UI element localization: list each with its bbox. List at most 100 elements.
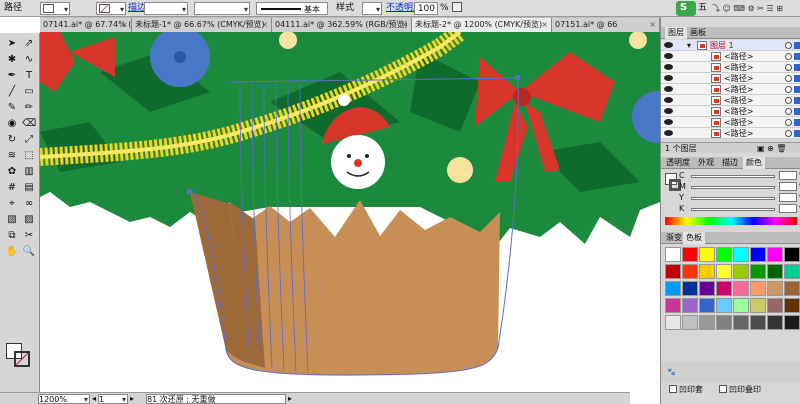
color-swatch[interactable] <box>767 298 783 313</box>
visibility-eye-icon[interactable] <box>664 86 673 92</box>
opacity-dropdown-arrow[interactable] <box>452 2 462 12</box>
rotate-tool-icon[interactable]: ↻ <box>5 133 19 147</box>
color-swatch[interactable] <box>733 298 749 313</box>
color-swatch[interactable] <box>665 281 681 296</box>
color-swatch[interactable] <box>733 264 749 279</box>
color-swatch[interactable] <box>767 264 783 279</box>
target-circle-icon[interactable] <box>785 64 792 71</box>
color-swatch[interactable] <box>750 298 766 313</box>
eraser-tool-icon[interactable]: ⌫ <box>22 117 36 131</box>
channel-value-field[interactable] <box>779 204 797 213</box>
zoom-tool-icon[interactable]: 🔍 <box>22 245 36 259</box>
free-transform-tool-icon[interactable]: ⬚ <box>22 149 36 163</box>
artboard-canvas[interactable] <box>40 32 660 392</box>
channel-value-field[interactable] <box>779 171 797 180</box>
channel-slider[interactable] <box>691 208 775 211</box>
column-graph-tool-icon[interactable]: ▥ <box>22 165 36 179</box>
color-swatch[interactable] <box>716 298 732 313</box>
color-swatch[interactable] <box>682 298 698 313</box>
visibility-eye-icon[interactable] <box>664 97 673 103</box>
tab-layers[interactable]: 图层 <box>665 27 687 39</box>
layer-row-path[interactable]: <路径> <box>661 106 800 117</box>
color-swatch[interactable] <box>716 264 732 279</box>
graphic-style-dropdown[interactable] <box>362 2 382 16</box>
close-icon[interactable]: × <box>649 18 656 32</box>
color-swatch[interactable] <box>699 315 715 330</box>
document-tab[interactable]: 07141.ai* @ 67.74% (RGB/预览)× <box>40 18 132 32</box>
channel-value-field[interactable] <box>779 193 797 202</box>
artboard-number-field[interactable]: 1 <box>98 394 128 404</box>
target-circle-icon[interactable] <box>785 108 792 115</box>
stroke-swatch-dropdown[interactable] <box>96 2 126 16</box>
layer-row-path[interactable]: <路径> <box>661 51 800 62</box>
color-channel-row[interactable]: K% <box>679 204 800 214</box>
hand-tool-icon[interactable]: ✋ <box>5 245 19 259</box>
target-circle-icon[interactable] <box>785 53 792 60</box>
input-method-mode[interactable]: 五 <box>698 2 707 15</box>
close-icon[interactable]: × <box>121 18 128 32</box>
status-menu-arrow[interactable]: ▸ <box>288 394 292 404</box>
color-swatch[interactable] <box>767 281 783 296</box>
color-swatch[interactable] <box>682 247 698 262</box>
selection-indicator[interactable] <box>794 86 800 93</box>
pencil-tool-icon[interactable]: ✏ <box>22 101 36 115</box>
symbol-sprayer-tool-icon[interactable]: ✿ <box>5 165 19 179</box>
rectangle-tool-icon[interactable]: ▭ <box>22 85 36 99</box>
color-swatch[interactable] <box>733 247 749 262</box>
selection-indicator[interactable] <box>794 130 800 137</box>
tab-color[interactable]: 颜色 <box>743 157 765 169</box>
color-swatch[interactable] <box>750 264 766 279</box>
selection-indicator[interactable] <box>794 42 800 49</box>
slice-tool-icon[interactable]: ⧉ <box>5 229 19 243</box>
color-swatch[interactable] <box>665 298 681 313</box>
color-swatch[interactable] <box>699 247 715 262</box>
selection-indicator[interactable] <box>794 108 800 115</box>
line-tool-icon[interactable]: ╱ <box>5 85 19 99</box>
scissors-tool-icon[interactable]: ✂ <box>22 229 36 243</box>
layer-row-path[interactable]: <路径> <box>661 128 800 139</box>
prev-artboard-arrow[interactable]: ◂ <box>92 394 96 404</box>
color-swatch[interactable] <box>716 281 732 296</box>
blend-tool-icon[interactable]: ∞ <box>22 197 36 211</box>
layer-row-path[interactable]: <路径> <box>661 117 800 128</box>
mesh-tool-icon[interactable]: # <box>5 181 19 195</box>
type-tool-icon[interactable]: T <box>22 69 36 83</box>
color-swatch[interactable] <box>784 264 800 279</box>
visibility-eye-icon[interactable] <box>664 130 673 136</box>
overprint-stroke-checkbox[interactable] <box>719 385 727 393</box>
document-tab[interactable]: 07151.ai* @ 66 × <box>552 18 660 32</box>
close-icon[interactable]: × <box>401 18 408 32</box>
color-swatch[interactable] <box>682 281 698 296</box>
layer-row-path[interactable]: <路径> <box>661 62 800 73</box>
document-tab[interactable]: 未标题-1* @ 66.67% (CMYK/预览) × <box>132 18 272 32</box>
document-tab-active[interactable]: 未标题-2* @ 1200% (CMYK/预览) × <box>412 18 552 32</box>
stroke-weight-field[interactable] <box>144 2 188 16</box>
eyedropper-tool-icon[interactable]: ⌖ <box>5 197 19 211</box>
target-circle-icon[interactable] <box>785 97 792 104</box>
brush-definition-dropdown[interactable]: 基本 <box>256 2 328 15</box>
target-circle-icon[interactable] <box>785 75 792 82</box>
tab-artboards[interactable]: 画板 <box>687 27 709 39</box>
blob-brush-tool-icon[interactable]: ◉ <box>5 117 19 131</box>
color-swatch[interactable] <box>682 264 698 279</box>
selection-indicator[interactable] <box>794 64 800 71</box>
scale-tool-icon[interactable]: ⤢ <box>22 133 36 147</box>
layer-row-path[interactable]: <路径> <box>661 73 800 84</box>
color-swatch[interactable] <box>750 315 766 330</box>
variable-width-profile[interactable] <box>194 2 250 16</box>
tab-gradient[interactable]: 渐变 <box>663 232 685 244</box>
live-paint-select-tool-icon[interactable]: ▨ <box>22 213 36 227</box>
channel-slider[interactable] <box>691 175 775 178</box>
channel-slider[interactable] <box>691 186 775 189</box>
target-circle-icon[interactable] <box>785 42 792 49</box>
color-channel-row[interactable]: Y% <box>679 193 800 203</box>
color-swatch[interactable] <box>733 281 749 296</box>
color-channel-row[interactable]: M% <box>679 182 800 192</box>
color-spectrum-bar[interactable] <box>665 217 797 225</box>
color-swatch[interactable] <box>767 315 783 330</box>
visibility-eye-icon[interactable] <box>664 53 673 59</box>
zoom-field[interactable]: 1200% <box>38 394 90 404</box>
pen-tool-icon[interactable]: ✒ <box>5 69 19 83</box>
fill-swatch-dropdown[interactable] <box>40 2 70 16</box>
selection-indicator[interactable] <box>794 119 800 126</box>
